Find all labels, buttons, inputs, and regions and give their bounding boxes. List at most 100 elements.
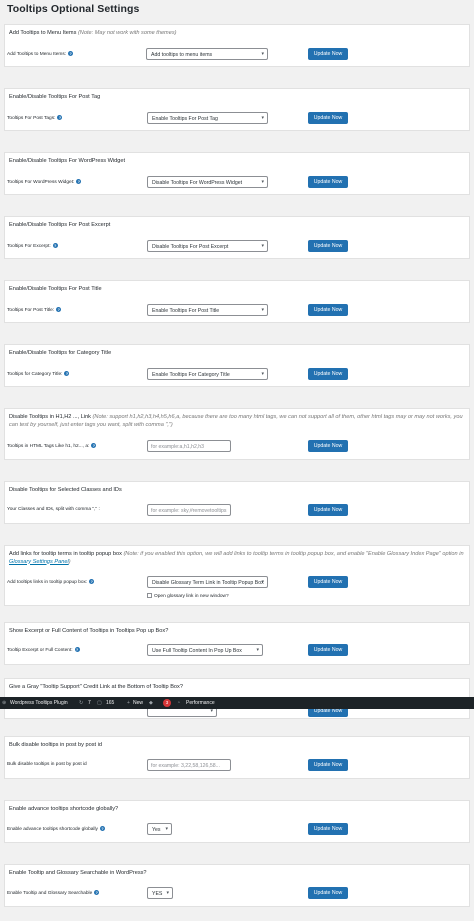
updates-count[interactable]: 7 [88,700,91,706]
update-button[interactable]: Update Now [308,504,348,516]
section-post-tag: Enable/Disable Tooltips For Post Tag Too… [4,88,470,131]
help-icon[interactable]: ? [68,51,74,56]
html-tags-input[interactable]: for example:a,h1,h2,h3 [147,440,231,452]
field-label: Add Tooltips to Menu Items: [7,51,67,57]
section-searchable: Enable Tooltip and Glossary Searchable i… [4,864,470,907]
chevron-down-icon: ▾ [165,826,168,832]
section-widget: Enable/Disable Tooltips For WordPress Wi… [4,152,470,195]
help-icon[interactable]: ? [89,579,95,584]
help-icon[interactable]: ? [99,826,105,831]
chevron-down-icon: ▾ [261,579,264,585]
bulk-disable-input[interactable]: for example: 3,22,58,126,58... [147,759,231,771]
help-icon[interactable]: ? [57,115,63,120]
section-title: Add Tooltips to Menu Items [9,30,77,36]
field-label: Enable Tooltip and Glossary Searchable [7,890,93,896]
section-title: Enable/Disable Tooltips for Category Tit… [9,350,112,356]
help-icon[interactable]: ? [52,243,58,248]
section-title: Enable/Disable Tooltips For Post Tag [9,94,101,100]
field-label: Bulk disable tooltips in post by post id [7,762,87,767]
new-window-checkbox[interactable] [147,593,152,598]
checkbox-label: Open glossary link in new window? [154,593,229,599]
section-title: Disable Tooltips in H1,H2 ..., Link [9,414,91,420]
searchable-select[interactable]: YES ▾ [147,887,173,899]
section-title: Add links for tooltip terms in tooltip p… [9,551,122,557]
post-tag-select[interactable]: Enable Tooltips For Post Tag ▾ [147,112,268,124]
field-label: Tooltip Excerpt or Full Content: [7,647,73,653]
chevron-down-icon: ▾ [261,307,264,313]
category-title-select[interactable]: Enable Tooltips For Category Title ▾ [147,368,268,380]
chevron-down-icon: ▾ [261,179,264,185]
chevron-down-icon: ▾ [166,890,169,896]
update-button[interactable]: Update Now [308,759,348,771]
new-link[interactable]: New [133,700,143,706]
update-button[interactable]: Update Now [308,576,348,588]
comments-count[interactable]: 165 [106,700,114,706]
help-icon[interactable]: ? [56,307,62,312]
section-bulk-disable: Bulk disable tooltips in post by post id… [4,736,470,779]
admin-bar: ⊕ Wordpress Tooltips Plugin ↻ 7 ▢ 165 + … [0,697,474,709]
performance-icon[interactable]: ◔ [177,700,180,706]
section-classes-ids: Disable Tooltips for Selected Classes an… [4,481,470,524]
help-icon[interactable]: ? [91,443,97,448]
section-title: Show Excerpt or Full Content of Tooltips… [9,628,169,634]
updates-icon[interactable]: ↻ [79,700,83,706]
field-label: Tooltips in HTML Tags Like h1, h2..., a: [7,443,90,449]
section-title: Enable/Disable Tooltips For Post Title [9,286,102,292]
update-button[interactable]: Update Now [308,887,348,899]
field-label: Enable advance tooltips shortcode global… [7,826,98,832]
update-button[interactable]: Update Now [308,112,348,124]
update-button[interactable]: Update Now [308,176,348,188]
section-title: Disable Tooltips for Selected Classes an… [9,487,122,493]
field-label: Tooltips For WordPress Widget: [7,179,75,185]
menu-items-select[interactable]: Add tooltips to menu items ▾ [146,48,268,60]
section-shortcode-global: Enable advance tooltips shortcode global… [4,800,470,843]
help-icon[interactable]: ? [74,647,80,652]
field-label: Tooltips For Post Tags: [7,115,56,121]
help-icon[interactable]: ? [64,371,70,376]
performance-link[interactable]: Performance [186,700,215,706]
update-button[interactable]: Update Now [308,368,348,380]
help-icon[interactable]: ? [94,890,100,895]
glossary-settings-link[interactable]: Glossary Settings Panel [9,559,69,565]
shortcode-global-select[interactable]: Yes ▾ [147,823,172,835]
excerpt-select[interactable]: Disable Tooltips For Post Excerpt ▾ [147,240,268,252]
chevron-down-icon: ▾ [256,647,259,653]
section-title: Enable advance tooltips shortcode global… [9,806,119,812]
section-post-title: Enable/Disable Tooltips For Post Title T… [4,280,470,323]
section-title: Enable/Disable Tooltips For WordPress Wi… [9,158,126,164]
section-excerpt: Enable/Disable Tooltips For Post Excerpt… [4,216,470,259]
comments-icon[interactable]: ▢ [97,700,102,706]
update-button[interactable]: Update Now [308,823,348,835]
wordpress-logo-icon[interactable]: ⊕ [2,700,6,706]
update-button[interactable]: Update Now [308,240,348,252]
field-label: Tooltips for Category Title: [7,371,63,377]
update-button[interactable]: Update Now [308,440,348,452]
widget-select[interactable]: Disable Tooltips For WordPress Widget ▾ [147,176,268,188]
plus-icon[interactable]: + [127,700,130,706]
field-label: Tooltips For Excerpt: [7,243,51,249]
section-title: Bulk disable tooltips in post by post id [9,742,102,748]
post-title-select[interactable]: Enable Tooltips For Post Title ▾ [147,304,268,316]
excerpt-full-select[interactable]: Use Full Tooltip Content In Pop Up Box ▾ [147,644,263,656]
page-title: Tooltips Optional Settings [7,3,140,15]
section-title: Enable Tooltip and Glossary Searchable i… [9,870,147,876]
field-label: Your Classes and IDs, split with comma "… [7,507,100,512]
update-button[interactable]: Update Now [308,48,348,60]
chevron-down-icon: ▾ [261,115,264,121]
section-excerpt-full: Show Excerpt or Full Content of Tooltips… [4,622,470,665]
section-menu-items: Add Tooltips to Menu Items (Note: May no… [4,24,470,67]
chevron-down-icon: ▾ [261,371,264,377]
classes-ids-input[interactable]: for example: sky,#removetooltips [147,504,231,516]
section-category-title: Enable/Disable Tooltips for Category Tit… [4,344,470,387]
notification-badge[interactable]: 3 [163,699,171,707]
glossary-link-select[interactable]: Disable Glossary Term Link in Tooltip Po… [147,576,268,588]
field-label: Tooltips For Post Title: [7,307,55,313]
section-title: Give a Gray "Tooltip Support" Credit Lin… [9,684,183,690]
update-button[interactable]: Update Now [308,304,348,316]
help-icon[interactable]: ? [76,179,82,184]
plugin-icon[interactable]: ◆ [149,700,153,706]
section-note: (Note: May not work with some themes) [77,30,177,36]
section-glossary-links: Add links for tooltip terms in tooltip p… [4,545,470,606]
update-button[interactable]: Update Now [308,644,348,656]
site-name-link[interactable]: Wordpress Tooltips Plugin [10,700,68,706]
